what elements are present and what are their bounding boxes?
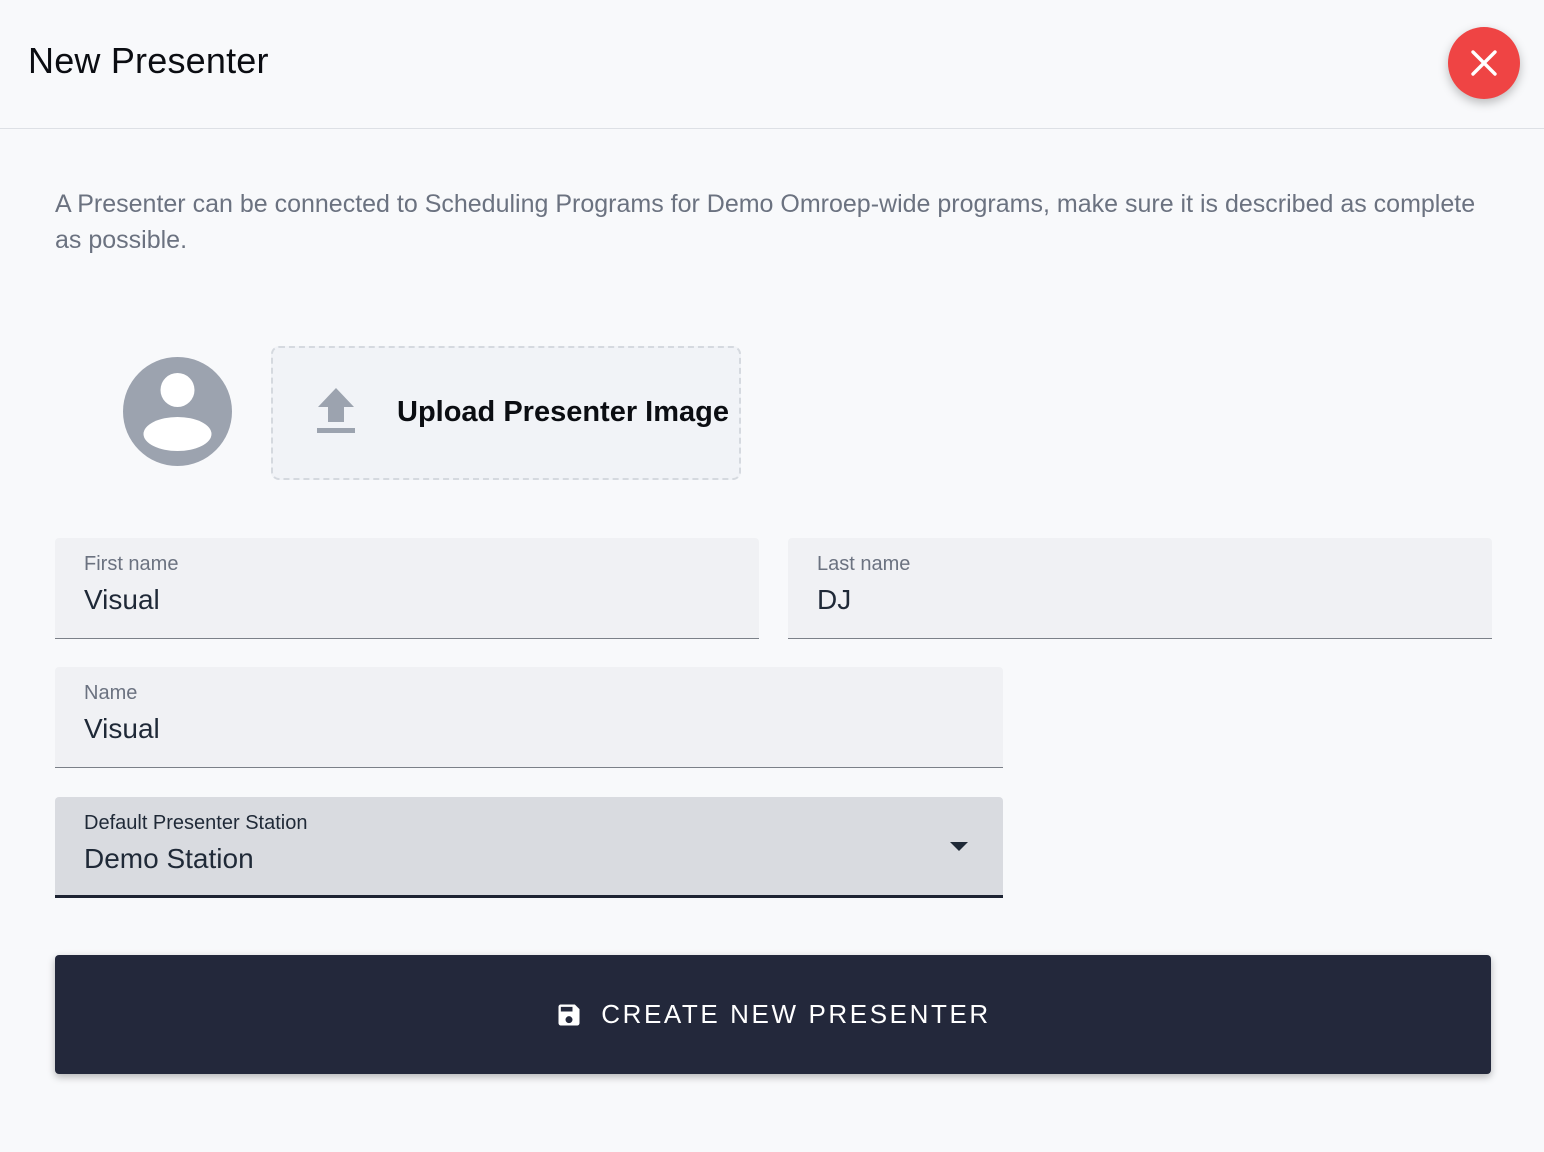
name-label: Name bbox=[84, 682, 138, 704]
create-presenter-button[interactable]: CREATE NEW PRESENTER bbox=[55, 955, 1491, 1074]
name-field[interactable]: Name Visual bbox=[55, 667, 1003, 768]
first-name-field[interactable]: First name Visual bbox=[55, 538, 759, 639]
save-icon bbox=[558, 1004, 580, 1025]
close-button[interactable] bbox=[1448, 27, 1520, 99]
close-icon bbox=[1471, 50, 1497, 76]
default-station-value: Demo Station bbox=[84, 843, 254, 874]
last-name-label: Last name bbox=[817, 553, 911, 575]
dialog-title: New Presenter bbox=[28, 40, 269, 81]
dialog-header: New Presenter bbox=[0, 0, 1544, 129]
description-text: A Presenter can be connected to Scheduli… bbox=[55, 190, 1476, 254]
upload-image-button[interactable]: Upload Presenter Image bbox=[271, 346, 741, 480]
upload-icon bbox=[317, 388, 355, 433]
dropdown-arrow-icon bbox=[950, 842, 968, 851]
last-name-value: DJ bbox=[817, 584, 852, 615]
upload-image-label: Upload Presenter Image bbox=[397, 396, 729, 428]
name-value: Visual bbox=[84, 713, 160, 744]
person-avatar-icon bbox=[123, 357, 232, 466]
first-name-label: First name bbox=[84, 553, 179, 575]
last-name-field[interactable]: Last name DJ bbox=[788, 538, 1492, 639]
first-name-value: Visual bbox=[84, 584, 160, 615]
default-station-label: Default Presenter Station bbox=[84, 812, 308, 834]
create-presenter-label: CREATE NEW PRESENTER bbox=[601, 999, 991, 1029]
default-station-select[interactable]: Default Presenter Station Demo Station bbox=[55, 797, 1003, 898]
